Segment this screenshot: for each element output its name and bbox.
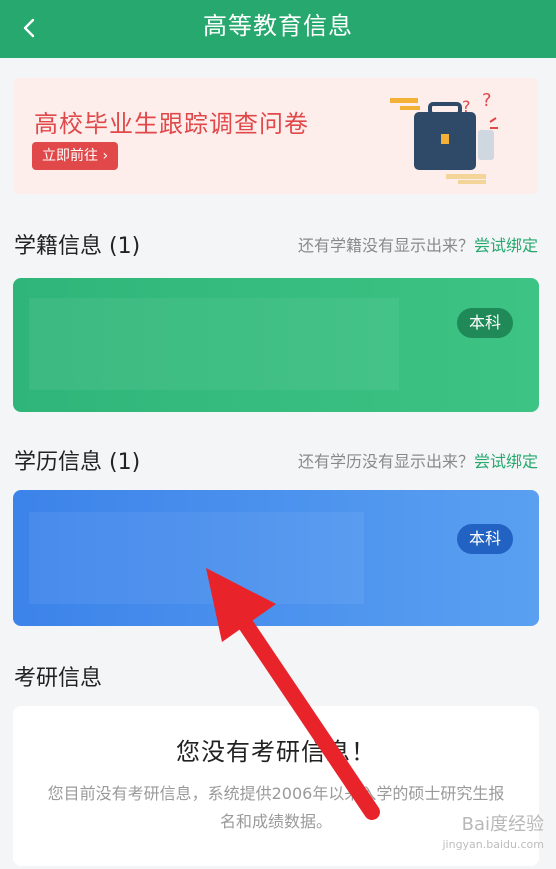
degree-level-badge: 本科	[456, 524, 513, 554]
go-now-label: 立即前往	[42, 148, 98, 164]
app-header: 高等教育信息	[0, 0, 556, 58]
page-title: 高等教育信息	[203, 12, 353, 40]
postgrad-title: 考研信息	[14, 666, 103, 691]
degree-card-redacted-area	[29, 512, 364, 604]
enrollment-level-badge: 本科	[456, 308, 513, 338]
degree-card[interactable]: 本科	[13, 490, 539, 626]
svg-text:?: ?	[482, 92, 492, 111]
go-now-button[interactable]: 立即前往 ›	[32, 142, 119, 170]
enrollment-hint-text: 还有学籍没有显示出来？	[297, 236, 474, 255]
degree-hint: 还有学历没有显示出来？尝试绑定	[298, 448, 538, 472]
postgrad-empty-title: 您没有考研信息！	[176, 738, 376, 766]
banner-title: 高校毕业生跟踪调查问卷	[34, 110, 309, 138]
watermark-sub: jingyan.baidu.com	[442, 838, 544, 851]
degree-hint-text: 还有学历没有显示出来？	[297, 452, 474, 471]
degree-title: 学历信息 (1)	[14, 450, 141, 475]
degree-bind-link[interactable]: 尝试绑定	[474, 452, 538, 471]
watermark: Bai度经验 jingyan.baidu.com	[442, 815, 544, 855]
enrollment-title: 学籍信息 (1)	[14, 234, 141, 259]
survey-banner[interactable]: 高校毕业生跟踪调查问卷 ? ?	[14, 78, 538, 194]
enrollment-hint: 还有学籍没有显示出来？尝试绑定	[298, 232, 538, 256]
chevron-right-icon: ›	[102, 148, 109, 164]
enrollment-bind-link[interactable]: 尝试绑定	[474, 236, 538, 255]
enrollment-card-redacted-area	[29, 298, 399, 390]
postgrad-empty-desc: 您目前没有考研信息，系统提供2006年以来入学的硕士研究生报名和成绩数据。	[47, 784, 505, 831]
briefcase-icon: ? ?	[390, 92, 498, 184]
enrollment-card[interactable]: 本科	[13, 278, 539, 412]
watermark-text: Bai度经验	[461, 814, 544, 835]
